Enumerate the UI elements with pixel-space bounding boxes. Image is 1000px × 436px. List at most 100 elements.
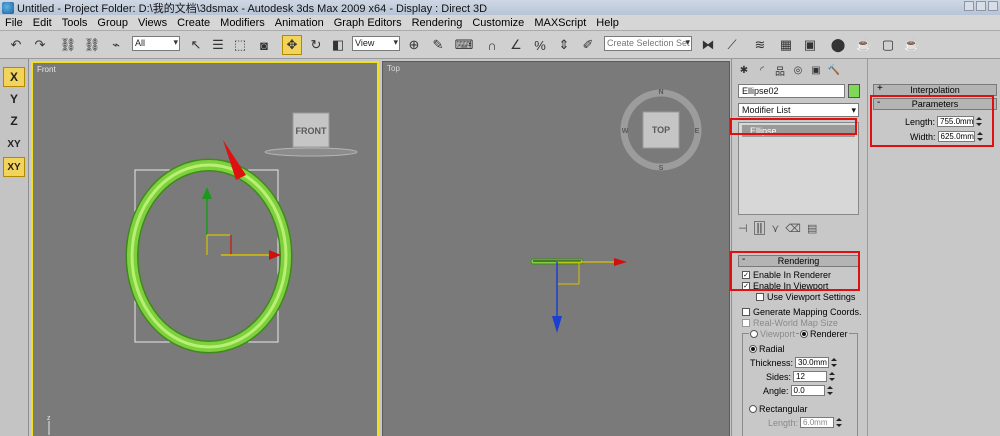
- menu-file[interactable]: File: [0, 17, 28, 29]
- menu-modifiers[interactable]: Modifiers: [215, 17, 270, 29]
- bind-space-warp-icon[interactable]: ⌁: [106, 35, 126, 55]
- pin-stack-icon[interactable]: ⊣: [738, 222, 748, 235]
- menu-edit[interactable]: Edit: [28, 17, 57, 29]
- gizmo-x-arrow-top[interactable]: [614, 258, 627, 266]
- object-color-swatch[interactable]: [848, 84, 860, 98]
- top-viewport[interactable]: Top N S W E TOP: [382, 61, 730, 436]
- thickness-spinner[interactable]: [831, 357, 838, 368]
- modify-tab-icon[interactable]: ◜: [754, 62, 770, 78]
- undo-icon[interactable]: ↶: [6, 35, 26, 55]
- rendered-frame-window-icon[interactable]: ▢: [878, 35, 898, 55]
- axis-y-button[interactable]: Y: [3, 89, 25, 109]
- front-viewport[interactable]: Front FRONT z: [31, 61, 379, 436]
- radio-circle: [749, 405, 757, 413]
- rect-length-spinner[interactable]: [836, 417, 843, 428]
- make-unique-icon[interactable]: ⋎: [771, 222, 779, 235]
- radio-circle: [800, 330, 808, 338]
- gizmo-y-arrow-top[interactable]: [552, 316, 562, 333]
- compass-north[interactable]: N: [658, 89, 663, 96]
- selection-filter-dropdown[interactable]: All: [132, 36, 180, 51]
- create-tab-icon[interactable]: ✱: [736, 62, 752, 78]
- mirror-icon[interactable]: ⧓: [698, 35, 718, 55]
- annotation-box-stack: [730, 118, 857, 135]
- menu-maxscript[interactable]: MAXScript: [529, 17, 591, 29]
- remove-modifier-icon[interactable]: ⌫: [785, 222, 801, 235]
- menu-create[interactable]: Create: [172, 17, 215, 29]
- select-object-icon[interactable]: ↖: [186, 35, 206, 55]
- menu-graph-editors[interactable]: Graph Editors: [329, 17, 407, 29]
- material-editor-icon[interactable]: ⬤: [828, 35, 848, 55]
- radial-radio[interactable]: Radial: [749, 344, 785, 354]
- menu-customize[interactable]: Customize: [467, 17, 529, 29]
- quick-render-icon[interactable]: ☕: [902, 35, 922, 55]
- use-viewport-settings-checkbox[interactable]: Use Viewport Settings: [756, 292, 855, 302]
- spinner-snap-icon[interactable]: ⇕: [554, 35, 574, 55]
- modifier-list-dropdown[interactable]: Modifier List ▾: [738, 103, 859, 117]
- menu-help[interactable]: Help: [591, 17, 624, 29]
- rect-length-row: Length: 6.0mm: [768, 417, 843, 428]
- annotation-box-parameters: [870, 95, 994, 147]
- viewport-radio[interactable]: Viewport: [749, 329, 796, 339]
- layer-manager-icon[interactable]: ≋: [750, 35, 770, 55]
- render-setup-icon[interactable]: ☕: [854, 35, 874, 55]
- menu-group[interactable]: Group: [92, 17, 133, 29]
- schematic-view-icon[interactable]: ▣: [800, 35, 820, 55]
- snaps-toggle-icon[interactable]: ∩: [482, 35, 502, 55]
- object-name-field[interactable]: Ellipse02: [738, 84, 845, 98]
- motion-tab-icon[interactable]: ◎: [790, 62, 806, 78]
- gizmo-y-arrow[interactable]: [202, 187, 212, 199]
- rect-length-input[interactable]: 6.0mm: [800, 417, 835, 428]
- maximize-button[interactable]: [976, 1, 986, 11]
- display-tab-icon[interactable]: ▣: [808, 62, 824, 78]
- reference-coordinate-dropdown[interactable]: View: [352, 36, 400, 51]
- renderer-radio[interactable]: Renderer: [799, 329, 849, 339]
- menu-views[interactable]: Views: [133, 17, 172, 29]
- unlink-icon[interactable]: ⛓: [82, 35, 102, 55]
- hierarchy-tab-icon[interactable]: 品: [772, 62, 788, 78]
- select-by-name-icon[interactable]: ☰: [208, 35, 228, 55]
- utilities-tab-icon[interactable]: 🔨: [826, 62, 842, 78]
- edit-named-selection-icon[interactable]: ✐: [578, 35, 598, 55]
- real-world-map-checkbox[interactable]: Real-World Map Size: [742, 318, 838, 328]
- redo-icon[interactable]: ↷: [30, 35, 50, 55]
- show-end-result-icon[interactable]: ||: [753, 221, 766, 235]
- percent-snap-icon[interactable]: %: [530, 35, 550, 55]
- named-selection-set-dropdown[interactable]: Create Selection Set: [604, 36, 692, 51]
- select-and-manipulate-icon[interactable]: ✎: [428, 35, 448, 55]
- pivot-center-icon[interactable]: ⊕: [404, 35, 424, 55]
- curve-editor-icon[interactable]: ▦: [776, 35, 796, 55]
- gizmo-x-arrow[interactable]: [269, 250, 281, 260]
- generate-mapping-checkbox[interactable]: Generate Mapping Coords.: [742, 307, 862, 317]
- compass-south[interactable]: S: [659, 165, 664, 172]
- menu-tools[interactable]: Tools: [57, 17, 93, 29]
- rectangular-selection-icon[interactable]: ⬚: [230, 35, 250, 55]
- menu-rendering[interactable]: Rendering: [407, 17, 468, 29]
- close-button[interactable]: [988, 1, 998, 11]
- rectangular-radio[interactable]: Rectangular: [749, 404, 808, 414]
- select-and-rotate-icon[interactable]: ↻: [306, 35, 326, 55]
- axis-xy-cycle-button[interactable]: XY: [3, 157, 25, 177]
- menu-animation[interactable]: Animation: [270, 17, 329, 29]
- configure-modifier-sets-icon[interactable]: ▤: [807, 222, 817, 235]
- axis-x-button[interactable]: X: [3, 67, 25, 87]
- sides-spinner[interactable]: [829, 371, 836, 382]
- modifier-stack[interactable]: Ellipse: [738, 122, 859, 215]
- angle-input[interactable]: 0.0: [790, 385, 825, 396]
- compass-west[interactable]: W: [622, 128, 629, 135]
- select-and-move-icon[interactable]: ✥: [282, 35, 302, 55]
- select-and-scale-icon[interactable]: ◧: [328, 35, 348, 55]
- compass-east[interactable]: E: [695, 128, 700, 135]
- keyboard-shortcut-override-icon[interactable]: ⌨: [454, 35, 474, 55]
- align-icon[interactable]: ⟋: [722, 35, 742, 55]
- sides-input[interactable]: 12: [793, 371, 828, 382]
- axis-xy-button[interactable]: XY: [3, 134, 25, 154]
- thickness-input[interactable]: 30.0mm: [795, 357, 830, 368]
- angle-spinner[interactable]: [826, 385, 833, 396]
- window-crossing-icon[interactable]: ◙: [254, 35, 274, 55]
- minimize-button[interactable]: [964, 1, 974, 11]
- app-icon[interactable]: [2, 1, 14, 14]
- viewcube-ring[interactable]: [264, 147, 358, 157]
- select-and-link-icon[interactable]: ⛓: [58, 35, 78, 55]
- axis-z-button[interactable]: Z: [3, 111, 25, 131]
- angle-snap-icon[interactable]: ∠: [506, 35, 526, 55]
